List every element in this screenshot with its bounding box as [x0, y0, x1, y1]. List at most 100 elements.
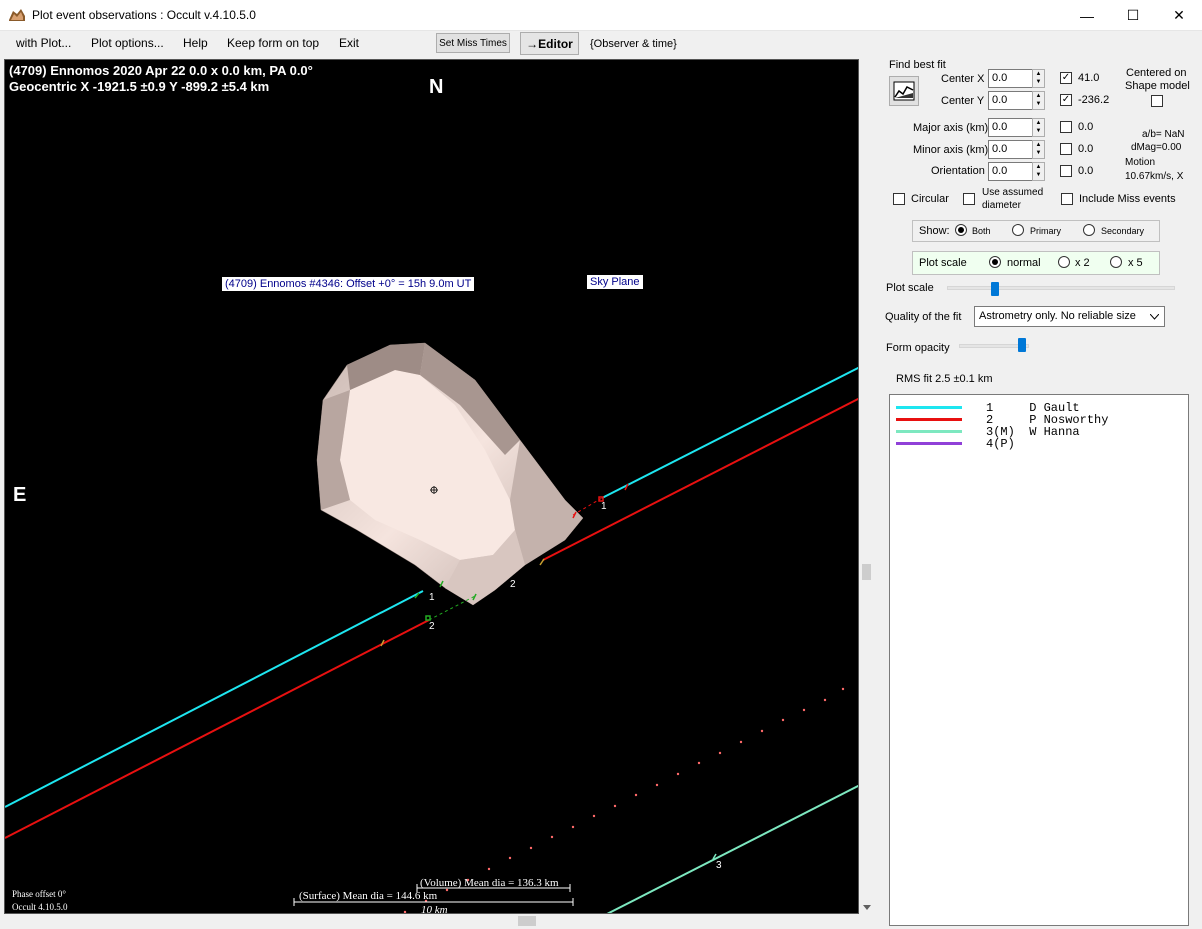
- volume-diameter-label: (Volume) Mean dia = 136.3 km: [420, 877, 559, 889]
- circular-checkbox[interactable]: [893, 193, 905, 205]
- major-axis-input[interactable]: 0.0: [988, 118, 1033, 137]
- menu-help[interactable]: Help: [183, 36, 208, 50]
- chart-fit-icon: [893, 81, 915, 101]
- orientation-label: Orientation: [931, 165, 985, 177]
- orientation-fit-value: 0.0: [1078, 165, 1094, 177]
- center-y-label: Center Y: [941, 95, 985, 107]
- menu-exit[interactable]: Exit: [339, 36, 359, 50]
- include-miss-label: Include Miss events: [1079, 193, 1176, 205]
- observer-color-swatch: [896, 418, 962, 421]
- orientation-spinner[interactable]: ▲ ▼: [1032, 162, 1045, 181]
- plot-scale-group-label: Plot scale: [919, 257, 967, 269]
- center-y-checkbox[interactable]: ✓: [1060, 94, 1072, 106]
- plot-vertical-scrollbar[interactable]: [859, 59, 875, 914]
- list-item[interactable]: 4(P): [896, 437, 1186, 451]
- center-y-fit-value: -236.2: [1078, 94, 1110, 106]
- use-assumed-diameter-checkbox[interactable]: [963, 193, 975, 205]
- show-both-radio[interactable]: [955, 224, 967, 236]
- motion-value: 10.67km/s, X: [1125, 171, 1184, 182]
- scale-normal-label: normal: [1007, 257, 1041, 269]
- horizontal-scroll-thumb[interactable]: [518, 916, 536, 926]
- chord-3-hanna: [606, 784, 858, 913]
- minimize-icon: —: [1080, 7, 1094, 24]
- observer-color-swatch: [896, 406, 962, 409]
- chord-label-1-right: 1: [601, 501, 607, 512]
- menu-with-plot[interactable]: with Plot...: [16, 36, 71, 50]
- scale-x5-label: x 5: [1128, 257, 1143, 269]
- menu-keep-on-top[interactable]: Keep form on top: [227, 36, 319, 50]
- scale-normal-radio[interactable]: [989, 256, 1001, 268]
- maximize-button[interactable]: ☐: [1110, 0, 1156, 31]
- surface-diameter-label: (Surface) Mean dia = 144.6 km: [299, 890, 438, 902]
- center-x-input[interactable]: 0.0: [988, 69, 1033, 88]
- version-label: Occult 4.10.5.0: [12, 902, 68, 912]
- major-axis-spinner[interactable]: ▲ ▼: [1032, 118, 1045, 137]
- form-opacity-slider-thumb[interactable]: [1018, 338, 1026, 352]
- orientation-input[interactable]: 0.0: [988, 162, 1033, 181]
- major-axis-label: Major axis (km): [913, 122, 989, 134]
- close-button[interactable]: ✕: [1156, 0, 1202, 31]
- title-bar: Plot event observations : Occult v.4.10.…: [0, 0, 1202, 31]
- observer-time-label[interactable]: {Observer & time}: [590, 38, 677, 50]
- center-x-label: Center X: [941, 73, 985, 85]
- show-both-label: Both: [972, 226, 991, 236]
- use-assumed-label-1: Use assumed: [982, 187, 1044, 198]
- minimize-button[interactable]: —: [1064, 0, 1110, 31]
- ab-ratio-label: a/b= NaN: [1142, 129, 1185, 140]
- scale-km-label: 10 km: [421, 904, 448, 914]
- scale-x2-label: x 2: [1075, 257, 1090, 269]
- minor-axis-spinner[interactable]: ▲ ▼: [1032, 140, 1045, 159]
- quality-of-fit-select[interactable]: Astrometry only. No reliable size: [974, 306, 1165, 327]
- center-y-spinner[interactable]: ▲ ▼: [1032, 91, 1045, 110]
- plot-scale-slider[interactable]: [947, 286, 1175, 290]
- scale-x2-radio[interactable]: [1058, 256, 1070, 268]
- major-axis-checkbox[interactable]: [1060, 121, 1072, 133]
- orientation-checkbox[interactable]: [1060, 165, 1072, 177]
- quality-of-fit-label: Quality of the fit: [885, 311, 962, 323]
- scale-x5-radio[interactable]: [1110, 256, 1122, 268]
- chord-label-3: 3: [716, 860, 722, 871]
- menu-bar: with Plot... Plot options... Help Keep f…: [0, 31, 1202, 56]
- window-title: Plot event observations : Occult v.4.10.…: [32, 8, 256, 22]
- list-item[interactable]: 2 P Nosworthy: [896, 413, 1186, 427]
- centered-on-shape-checkbox[interactable]: [1151, 95, 1163, 107]
- observer-list[interactable]: 1 D Gault 2 P Nosworthy 3(M) W Hanna 4(P…: [889, 394, 1189, 926]
- minor-axis-fit-value: 0.0: [1078, 143, 1094, 155]
- motion-label: Motion: [1125, 157, 1156, 168]
- include-miss-checkbox[interactable]: [1061, 193, 1073, 205]
- chord-1-gault-continued: [601, 366, 858, 499]
- plot-scale-slider-thumb[interactable]: [991, 282, 999, 296]
- asteroid-shape-model: [316, 342, 584, 606]
- occult-app-icon: [9, 9, 25, 21]
- chord-label-2-left: 2: [429, 621, 435, 632]
- close-icon: ✕: [1173, 7, 1185, 23]
- east-label: E: [13, 484, 27, 506]
- show-label: Show:: [919, 225, 950, 237]
- list-item[interactable]: 3(M) W Hanna: [896, 425, 1186, 439]
- show-primary-radio[interactable]: [1012, 224, 1024, 236]
- fit-control-panel: Find best fit Center X 0.0 ▲ ▼ ✓ 41.0 Cen…: [879, 56, 1202, 929]
- centered-on-label-2: Shape model: [1125, 80, 1190, 92]
- shape-model-label: (4709) Ennomos #4346: Offset +0° = 15h 9…: [222, 277, 475, 291]
- center-y-input[interactable]: 0.0: [988, 91, 1033, 110]
- plot-canvas[interactable]: (4709) Ennomos 2020 Apr 22 0.0 x 0.0 km,…: [4, 59, 859, 914]
- observer-color-swatch: [896, 442, 962, 445]
- list-item[interactable]: 1 D Gault: [896, 401, 1186, 415]
- plot-header-line2: Geocentric X -1921.5 ±0.9 Y -899.2 ±5.4 …: [9, 79, 270, 94]
- vertical-scroll-thumb[interactable]: [862, 564, 871, 580]
- show-secondary-radio[interactable]: [1083, 224, 1095, 236]
- minor-axis-checkbox[interactable]: [1060, 143, 1072, 155]
- find-best-fit-button[interactable]: [889, 76, 919, 106]
- plot-horizontal-scrollbar[interactable]: [4, 914, 859, 928]
- set-miss-times-button[interactable]: Set Miss Times: [436, 33, 510, 53]
- chord-label-2-right: 2: [510, 579, 516, 590]
- center-x-spinner[interactable]: ▲ ▼: [1032, 69, 1045, 88]
- menu-plot-options[interactable]: Plot options...: [91, 36, 164, 50]
- maximize-icon: ☐: [1126, 7, 1140, 23]
- plot-scale-slider-label: Plot scale: [886, 282, 934, 294]
- minor-axis-input[interactable]: 0.0: [988, 140, 1033, 159]
- editor-button[interactable]: →Editor: [520, 32, 579, 55]
- scroll-down-icon[interactable]: [863, 905, 871, 911]
- chord-label-1-left: 1: [429, 592, 435, 603]
- center-x-checkbox[interactable]: ✓: [1060, 72, 1072, 84]
